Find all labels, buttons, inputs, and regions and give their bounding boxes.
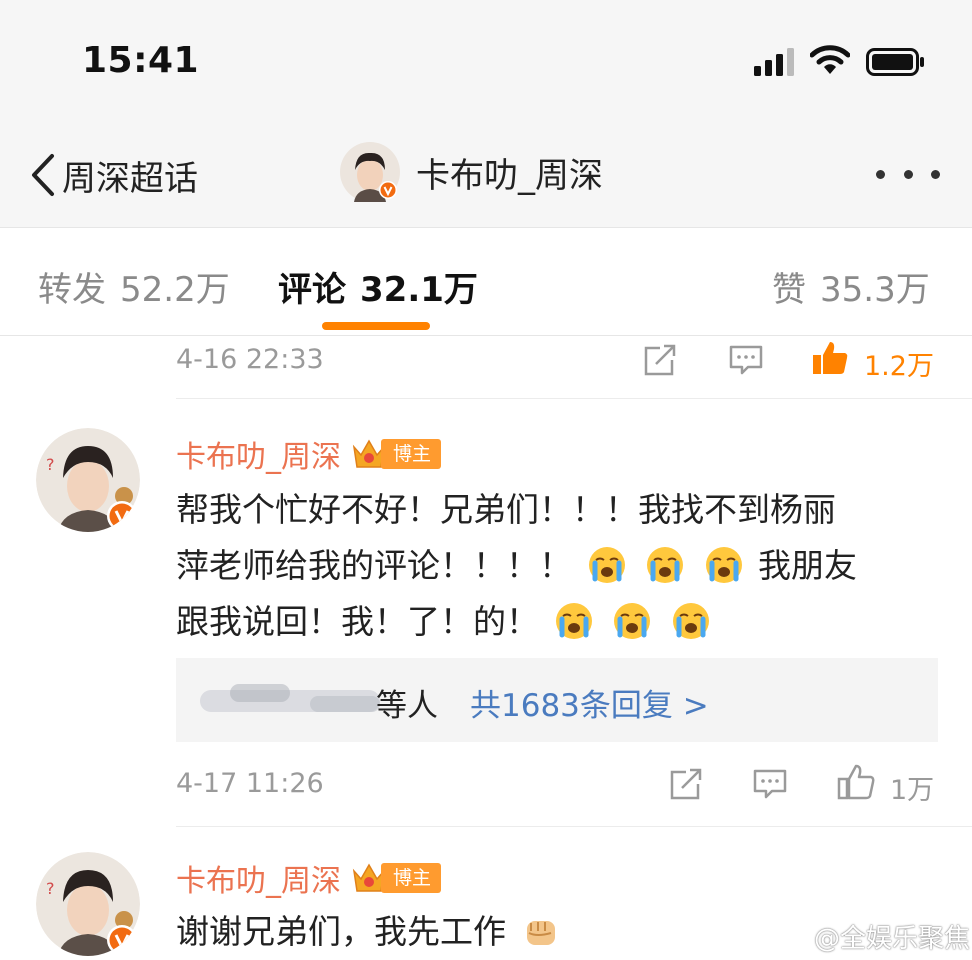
badge-label: 博主 (381, 863, 442, 893)
badge-label: 博主 (381, 439, 442, 469)
divider (176, 398, 972, 399)
nav-user[interactable]: 卡布叻_周深 (340, 142, 603, 202)
signal-icon (754, 48, 794, 76)
status-time: 15:41 (82, 40, 200, 81)
svg-text:?: ? (46, 455, 55, 474)
nav-bar: 周深超话 卡布叻_周深 (0, 120, 972, 228)
comment-line: 我朋友 (758, 546, 857, 585)
comment-date: 4-16 22:33 (176, 344, 324, 375)
tab-bar: 转发 52.2万 评论 32.1万 赞 35.3万 (0, 228, 972, 336)
comment-line-with-emoji: 跟我说回！我！了！的！ (176, 594, 946, 650)
active-tab-indicator (322, 322, 430, 330)
comment-icon[interactable] (728, 342, 764, 378)
like-icon[interactable] (836, 762, 876, 802)
nav-title: 卡布叻_周深 (416, 155, 603, 196)
comment-date: 4-17 11:26 (176, 768, 324, 799)
crying-emoji-icon (555, 603, 592, 639)
tab-comment-count: 32.1万 (360, 270, 478, 310)
fist-emoji-icon (526, 921, 555, 945)
comment-author-line: 卡布叻_周深 博主 (176, 856, 442, 900)
comment-line: 萍老师给我的评论！！！！ (176, 546, 572, 585)
blogger-badge: 博主 (351, 861, 442, 895)
tab-like[interactable]: 赞 35.3万 (772, 262, 930, 311)
comment-line: 帮我个忙好不好！兄弟们！！！我找不到杨丽 (176, 490, 836, 529)
crying-emoji-icon (647, 547, 683, 583)
tab-repost[interactable]: 转发 52.2万 (38, 262, 230, 311)
back-chevron-icon (32, 154, 54, 196)
battery-icon (866, 48, 924, 76)
like-icon[interactable] (810, 338, 850, 378)
tab-like-count: 35.3万 (820, 270, 930, 310)
avatar[interactable]: ? (36, 852, 140, 956)
status-bar: 15:41 (0, 0, 972, 120)
crying-emoji-icon (588, 547, 625, 583)
comment-icon[interactable] (752, 766, 788, 802)
reply-suffix: 等人 (376, 688, 438, 724)
reply-summary[interactable]: 等人 共1683条回复 > (176, 658, 938, 742)
tab-repost-count: 52.2万 (120, 270, 230, 310)
comment-meta-row: 4-17 11:26 1万 (176, 762, 940, 808)
divider (176, 826, 972, 827)
watermark-text: @全娱乐聚焦 (814, 924, 971, 954)
repost-icon[interactable] (668, 766, 704, 802)
avatar (340, 142, 400, 202)
repost-icon[interactable] (642, 342, 678, 378)
like-count: 1.2万 (864, 351, 934, 382)
crying-emoji-icon (614, 603, 650, 639)
back-button[interactable]: 周深超话 (28, 150, 198, 200)
tab-comment[interactable]: 评论 32.1万 (278, 262, 478, 311)
crying-emoji-icon (705, 547, 742, 583)
more-icon[interactable] (876, 164, 940, 184)
reply-count-link[interactable]: 共1683条回复 > (470, 680, 709, 725)
comment-author-line: 卡布叻_周深 博主 (176, 432, 442, 476)
svg-text:?: ? (46, 879, 55, 898)
like-count: 1万 (890, 775, 935, 806)
tab-like-label: 赞 (772, 270, 806, 310)
back-label: 周深超话 (62, 158, 198, 199)
comment-line: 跟我说回！我！了！的！ (176, 602, 539, 641)
weibo-logo-icon (776, 924, 810, 950)
blogger-badge: 博主 (351, 437, 442, 471)
blurred-names (200, 684, 380, 712)
comment-author[interactable]: 卡布叻_周深 (176, 856, 341, 900)
wifi-icon (810, 45, 850, 74)
avatar[interactable]: ? (36, 428, 140, 532)
comment-meta-row: 4-16 22:33 1.2万 (176, 338, 940, 384)
comment-author[interactable]: 卡布叻_周深 (176, 432, 341, 476)
comment-text: 帮我个忙好不好！兄弟们！！！我找不到杨丽 萍老师给我的评论！！！！ 我朋友 跟我… (176, 482, 946, 650)
crying-emoji-icon (672, 603, 709, 639)
watermark: @全娱乐聚焦 (776, 918, 970, 955)
tab-repost-label: 转发 (38, 270, 106, 310)
tab-comment-label: 评论 (278, 270, 346, 310)
comment-line: 谢谢兄弟们，我先工作 (176, 912, 506, 951)
comment-line-with-emoji: 萍老师给我的评论！！！！ 我朋友 (176, 538, 946, 594)
